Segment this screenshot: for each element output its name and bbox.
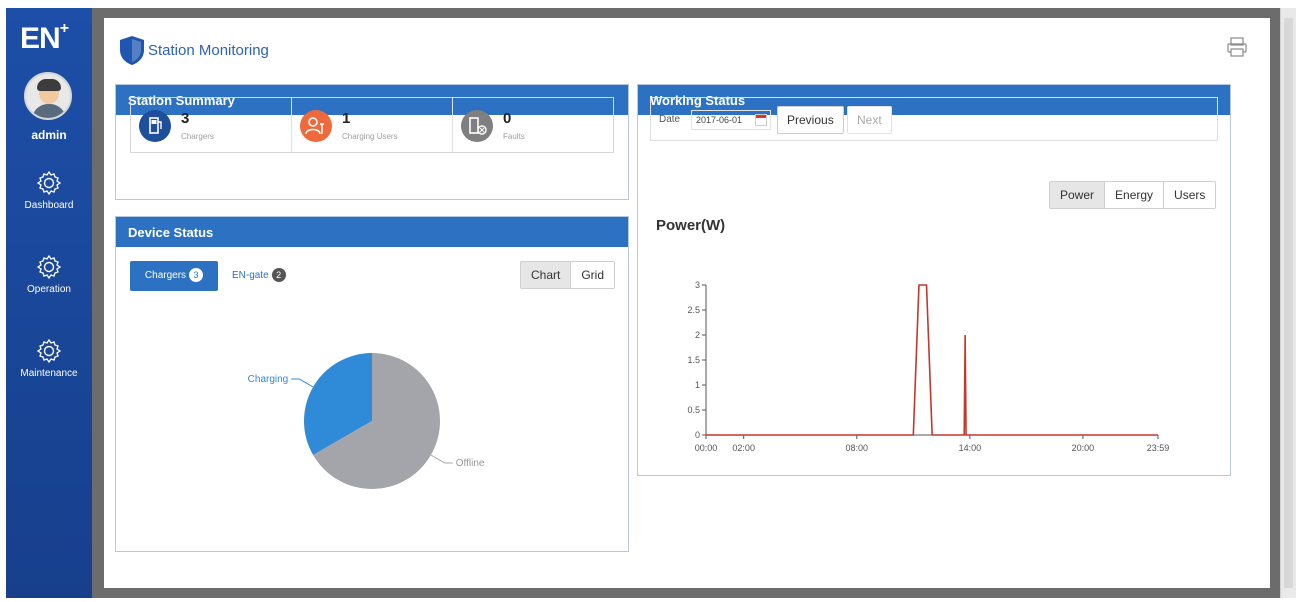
scrollbar[interactable] xyxy=(1280,8,1296,598)
tab-en-gate[interactable]: EN-gate 2 xyxy=(232,261,312,291)
gear-icon xyxy=(36,170,62,196)
gear-icon xyxy=(36,338,62,364)
y-tick-label: 1.5 xyxy=(687,355,700,365)
x-tick-label: 08:00 xyxy=(846,443,869,453)
shield-icon xyxy=(120,36,144,65)
x-tick-label: 14:00 xyxy=(959,443,982,453)
calendar-icon[interactable] xyxy=(755,114,767,126)
page-title: Station Monitoring xyxy=(118,34,269,66)
chart-title: Power(W) xyxy=(656,217,726,234)
sidebar-item-maintenance[interactable]: Maintenance xyxy=(6,338,92,379)
frame-border xyxy=(1270,8,1280,598)
view-toggle: Chart Grid xyxy=(520,261,616,289)
pie-label-line xyxy=(291,378,314,388)
x-tick-label: 02:00 xyxy=(732,443,755,453)
stat-chargers[interactable]: 3 Chargers xyxy=(131,98,292,152)
stat-label: Chargers xyxy=(181,132,214,141)
date-label: Date xyxy=(659,114,681,125)
y-tick-label: 2.5 xyxy=(687,305,700,315)
pie-label: Charging xyxy=(248,374,289,385)
stat-label: Charging Users xyxy=(342,132,398,141)
frame-border xyxy=(92,8,104,598)
charger-icon xyxy=(139,110,171,142)
station-summary-panel: Station Summary 3 Chargers 1 Charging Us… xyxy=(115,84,629,200)
previous-button[interactable]: Previous xyxy=(777,106,844,134)
power-line-chart: 0 0.5 1 1.5 2 2.5 3 00:00 02:00 08:00 14:00 20:00 23… xyxy=(687,280,1170,453)
summary-stats: 3 Chargers 1 Charging Users 0 Faults xyxy=(130,97,614,153)
stat-faults[interactable]: 0 Faults xyxy=(453,98,613,152)
stat-label: Faults xyxy=(503,132,525,141)
power-series-line xyxy=(706,284,1158,436)
frame-border xyxy=(92,8,1280,18)
gear-icon xyxy=(36,254,62,280)
device-status-panel: Device Status Chargers 3 EN-gate 2 Chart G… xyxy=(115,216,629,552)
tab-label: Chargers xyxy=(144,270,187,281)
main-content: Station Monitoring Station Summary 3 Cha… xyxy=(104,18,1270,588)
sidebar-item-label: Operation xyxy=(27,284,71,295)
power-button[interactable]: Power xyxy=(1050,182,1105,208)
logo-text: EN xyxy=(20,22,61,55)
sidebar-item-label: Dashboard xyxy=(24,200,74,211)
sidebar-item-operation[interactable]: Operation xyxy=(6,254,92,295)
avatar[interactable] xyxy=(24,72,72,120)
stat-value: 3 xyxy=(181,110,190,127)
sidebar-item-dashboard[interactable]: Dashboard xyxy=(6,170,92,211)
panel-title: Device Status xyxy=(116,217,628,247)
metric-toggle: Power Energy Users xyxy=(1049,181,1217,209)
sidebar-item-label: Maintenance xyxy=(20,368,78,379)
pie-label-line xyxy=(430,454,453,464)
energy-button[interactable]: Energy xyxy=(1104,182,1164,208)
tab-label: EN-gate xyxy=(232,270,269,281)
app-window: EN+ admin Dashboard Operation Maintenanc… xyxy=(0,0,1302,602)
stat-value: 0 xyxy=(503,110,512,127)
stat-charging-users[interactable]: 1 Charging Users xyxy=(292,98,453,152)
fault-icon xyxy=(461,110,493,142)
sidebar: EN+ admin Dashboard Operation Maintenanc… xyxy=(6,8,92,598)
scrollbar-thumb[interactable] xyxy=(1284,18,1293,588)
date-filter: Date 2017-06-01 Previous Next xyxy=(650,97,1218,141)
chart-view-button[interactable]: Chart xyxy=(521,262,571,288)
user-charging-icon xyxy=(300,110,332,142)
tab-chargers[interactable]: Chargers 3 xyxy=(130,261,218,291)
users-button[interactable]: Users xyxy=(1163,182,1216,208)
x-tick-label: 20:00 xyxy=(1072,443,1095,453)
y-tick-label: 0 xyxy=(695,430,700,440)
y-tick-label: 3 xyxy=(695,280,700,290)
logo-plus: + xyxy=(59,20,69,37)
app-logo[interactable]: EN+ xyxy=(20,20,69,56)
grid-view-button[interactable]: Grid xyxy=(570,262,615,288)
frame-border xyxy=(92,588,1280,598)
x-tick-label: 23:59 xyxy=(1147,443,1170,453)
page-title-text: Station Monitoring xyxy=(148,41,269,59)
working-status-panel: Working Status Date 2017-06-01 Previous … xyxy=(637,84,1231,476)
y-tick-label: 1 xyxy=(695,380,700,390)
pie-label: Offline xyxy=(456,458,485,469)
count-badge: 3 xyxy=(189,268,204,282)
username: admin xyxy=(31,128,67,142)
count-badge: 2 xyxy=(271,268,286,282)
y-tick-label: 0.5 xyxy=(687,405,700,415)
print-icon[interactable] xyxy=(1226,36,1248,63)
stat-value: 1 xyxy=(342,110,351,127)
device-status-pie-chart: Charging Offline xyxy=(248,353,485,489)
next-button[interactable]: Next xyxy=(847,106,892,134)
x-tick-label: 00:00 xyxy=(695,443,718,453)
y-tick-label: 2 xyxy=(695,330,700,340)
